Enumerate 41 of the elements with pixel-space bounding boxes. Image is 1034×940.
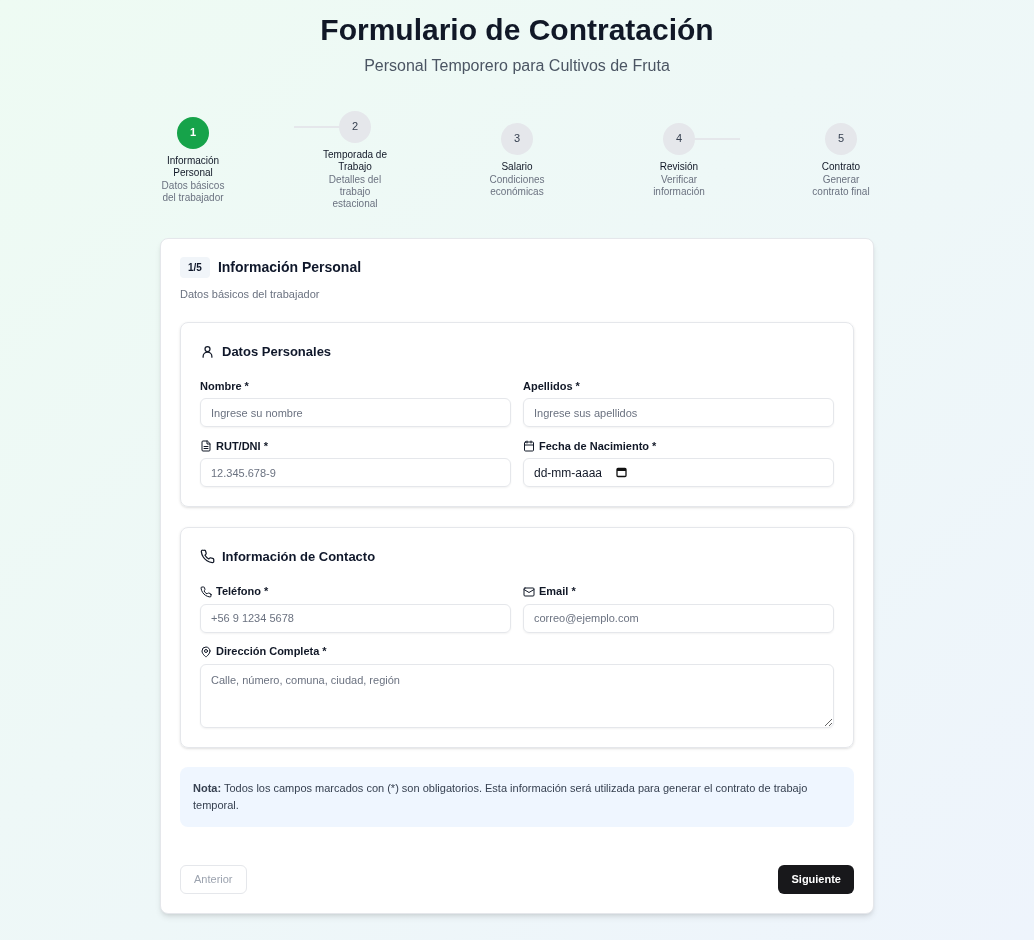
- phone-icon: [200, 585, 212, 598]
- note-text: Nota: Todos los campos marcados con (*) son obligatorios. Esta información será utilizada para generar el contrato de trabajo temporal.: [180, 766, 854, 827]
- field-label: RUT/DNI *: [216, 438, 268, 454]
- field-label: Nombre *: [200, 378, 249, 394]
- input-field[interactable]: Ingrese sus apellidos: [523, 398, 834, 427]
- field-label: Fecha de Nacimiento *: [539, 438, 657, 454]
- calendar-icon[interactable]: [616, 467, 628, 478]
- page-subtitle: Personal Temporero para Cultivos de Fruta: [364, 56, 670, 76]
- field-label: Dirección Completa *: [216, 644, 327, 660]
- step-description: Condiciones económicas: [488, 173, 546, 198]
- date-field[interactable]: dd-mm-aaaa: [523, 458, 834, 487]
- next-button[interactable]: Siguiente: [778, 864, 854, 894]
- step-description: Datos básicos del trabajador: [160, 179, 226, 204]
- input-field[interactable]: 12.345.678-9: [200, 458, 511, 487]
- mail-icon: [523, 585, 535, 598]
- form-title: Información Personal: [217, 258, 362, 277]
- location-pin-icon: [200, 645, 212, 658]
- step-description: Verificar información: [652, 173, 706, 198]
- field-label: Teléfono *: [216, 584, 269, 600]
- field-label: Apellidos *: [523, 378, 580, 394]
- step-description: Generar contrato final: [811, 173, 871, 198]
- input-field[interactable]: Ingrese su nombre: [200, 398, 511, 427]
- page-title: Formulario de Contratación: [320, 12, 714, 48]
- section-title: Información de Contacto: [222, 548, 376, 566]
- phone-icon: [200, 549, 215, 565]
- step-title: Revisión: [659, 160, 699, 173]
- user-icon: [200, 343, 215, 359]
- input-field[interactable]: +56 9 1234 5678: [200, 603, 511, 633]
- input-field[interactable]: correo@ejemplo.com: [523, 603, 834, 633]
- step-title: Contrato: [821, 160, 861, 173]
- step-title: Temporada de Trabajo: [322, 148, 388, 173]
- calendar-icon: [523, 440, 535, 452]
- step-title: Salario: [501, 160, 533, 173]
- document-icon: [200, 440, 212, 452]
- address-field[interactable]: Calle, número, comuna, ciudad, región: [200, 663, 834, 728]
- step-badge: 1/5: [180, 257, 210, 278]
- form-description: Datos básicos del trabajador: [180, 287, 321, 302]
- step-title: Información Personal: [165, 154, 221, 179]
- field-label: Email *: [539, 584, 576, 600]
- step-description: Detalles del trabajo estacional: [327, 173, 383, 210]
- section-title: Datos Personales: [222, 342, 332, 361]
